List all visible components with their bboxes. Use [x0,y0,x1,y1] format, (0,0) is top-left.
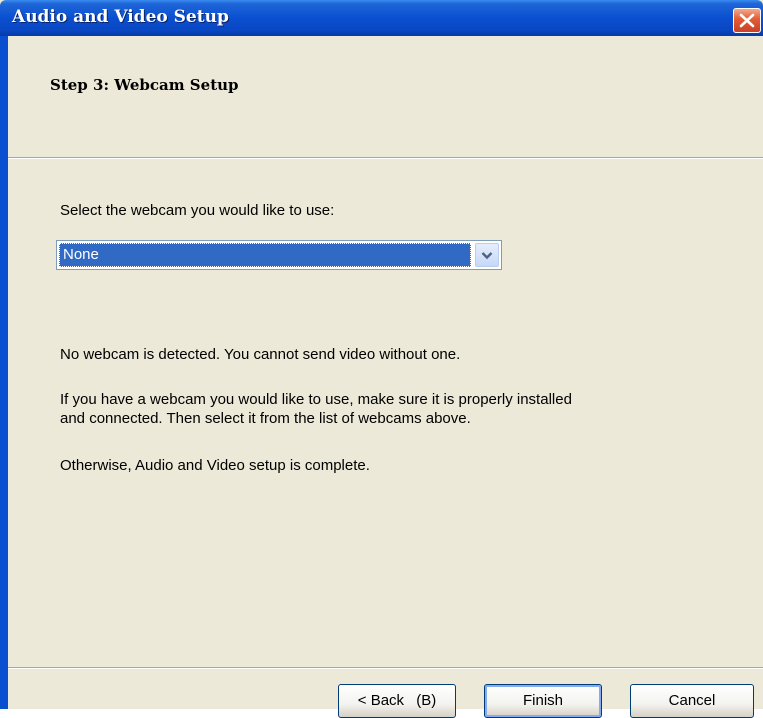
finish-button-label: Finish [522,692,563,709]
no-webcam-message: No webcam is detected. You cannot send v… [60,346,461,363]
back-button-accelerator: (B) [416,692,437,709]
window-title: Audio and Video Setup [12,7,229,27]
instructions-line-2: and connected. Then select it from the l… [60,410,471,427]
chevron-down-icon [481,252,493,260]
close-button[interactable] [733,8,761,33]
back-button-label: < Back [357,692,405,709]
window-frame-left [0,36,8,709]
audio-video-setup-dialog: Audio and Video Setup Step 3: Webcam Set… [0,0,763,718]
close-icon [739,13,755,28]
header-divider [8,157,763,159]
finish-button[interactable]: Finish [484,684,602,718]
cancel-button-label: Cancel [668,692,716,709]
footer-divider [8,667,763,669]
webcam-select-label: Select the webcam you would like to use: [60,202,335,219]
step-title: Step 3: Webcam Setup [50,76,239,94]
wizard-header: Step 3: Webcam Setup [8,36,763,157]
dropdown-arrow-button[interactable] [475,243,499,267]
instructions-line-1: If you have a webcam you would like to u… [60,391,572,408]
title-bar[interactable]: Audio and Video Setup [0,0,763,36]
setup-complete-message: Otherwise, Audio and Video setup is comp… [60,457,370,474]
webcam-dropdown-value[interactable]: None [59,243,471,267]
webcam-dropdown[interactable]: None [56,240,502,270]
cancel-button[interactable]: Cancel [630,684,754,718]
back-button[interactable]: < Back (B) [338,684,456,718]
